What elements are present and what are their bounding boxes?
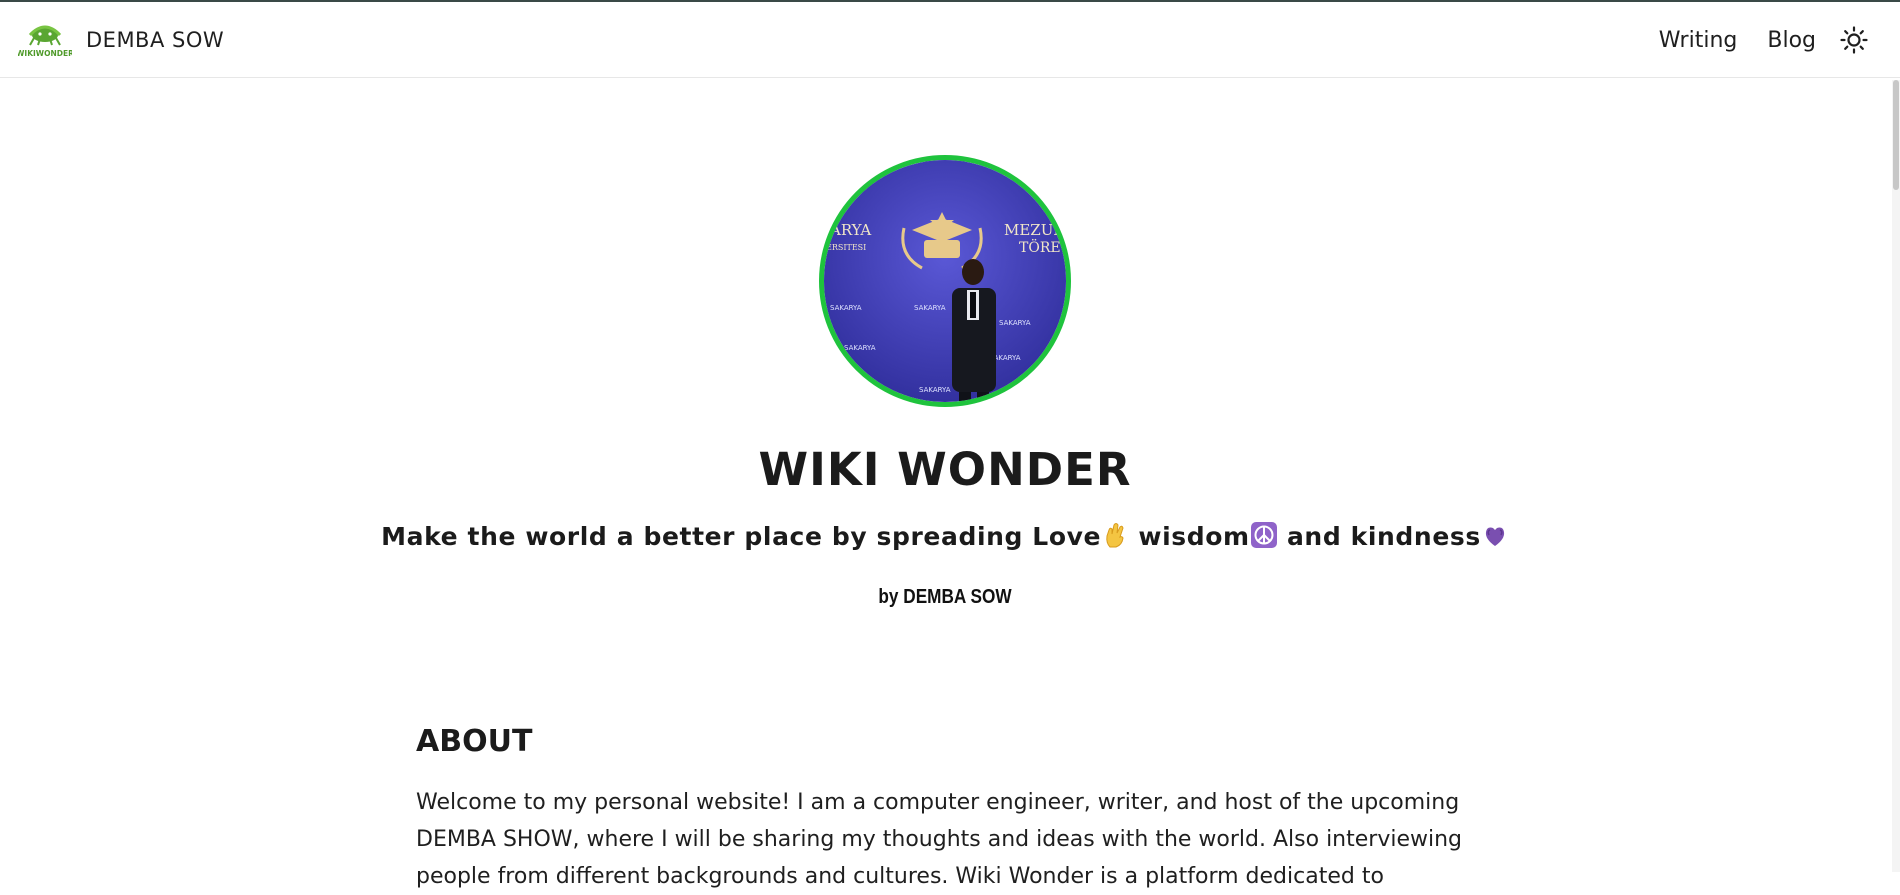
logo-text: WIKIWONDER (18, 49, 72, 58)
crossed-fingers-icon (1106, 523, 1124, 548)
svg-text:MEZUN: MEZUN (1004, 221, 1066, 239)
purple-heart-hands-icon (1485, 527, 1504, 546)
svg-text:SAKARYA: SAKARYA (836, 376, 868, 384)
brand[interactable]: WIKIWONDER DEMBA SOW (18, 21, 224, 59)
svg-text:SAKARYA: SAKARYA (999, 319, 1031, 327)
svg-text:SAKARYA: SAKARYA (830, 304, 862, 312)
wikiwonder-logo: WIKIWONDER (18, 25, 72, 58)
scrollbar-thumb[interactable] (1893, 80, 1899, 190)
svg-text:ARYA: ARYA (829, 221, 871, 239)
brand-name: DEMBA SOW (86, 28, 225, 52)
scrollbar-track[interactable] (1892, 80, 1900, 872)
svg-text:SAKARYA: SAKARYA (914, 304, 946, 312)
svg-text:TÖRE: TÖRE (1019, 238, 1061, 256)
nav-links: Writing Blog (1629, 20, 1870, 60)
profile-avatar: ARYA ERSITESI MEZUN TÖRE SAKARYA SAKARYA… (819, 155, 1071, 407)
nav-link-blog[interactable]: Blog (1767, 28, 1816, 53)
about-text: Welcome to my personal website! I am a c… (416, 790, 1463, 889)
tagline: Make the world a better place by spreadi… (0, 520, 1890, 554)
sun-icon (1840, 26, 1868, 54)
about-heading: ABOUT (416, 724, 533, 759)
svg-text:SAKARYA: SAKARYA (844, 344, 876, 352)
tagline-text-kindness: and kindness (1277, 522, 1481, 551)
svg-text:ERSITESI: ERSITESI (826, 243, 866, 252)
site-title: WIKI WONDER (758, 443, 1132, 496)
tagline-text-wisdom: wisdom (1129, 522, 1250, 551)
peace-symbol-icon (1250, 522, 1277, 548)
nav-link-writing[interactable]: Writing (1659, 28, 1738, 53)
byline: by DEMBA SOW (878, 586, 1012, 608)
theme-toggle-button[interactable] (1838, 24, 1870, 56)
graduation-photo: ARYA ERSITESI MEZUN TÖRE SAKARYA SAKARYA… (824, 160, 1066, 402)
navbar: WIKIWONDER DEMBA SOW Writing Blog (0, 2, 1900, 78)
tagline-text-love: Make the world a better place by spreadi… (381, 522, 1102, 551)
svg-text:SAKARYA: SAKARYA (919, 386, 951, 394)
